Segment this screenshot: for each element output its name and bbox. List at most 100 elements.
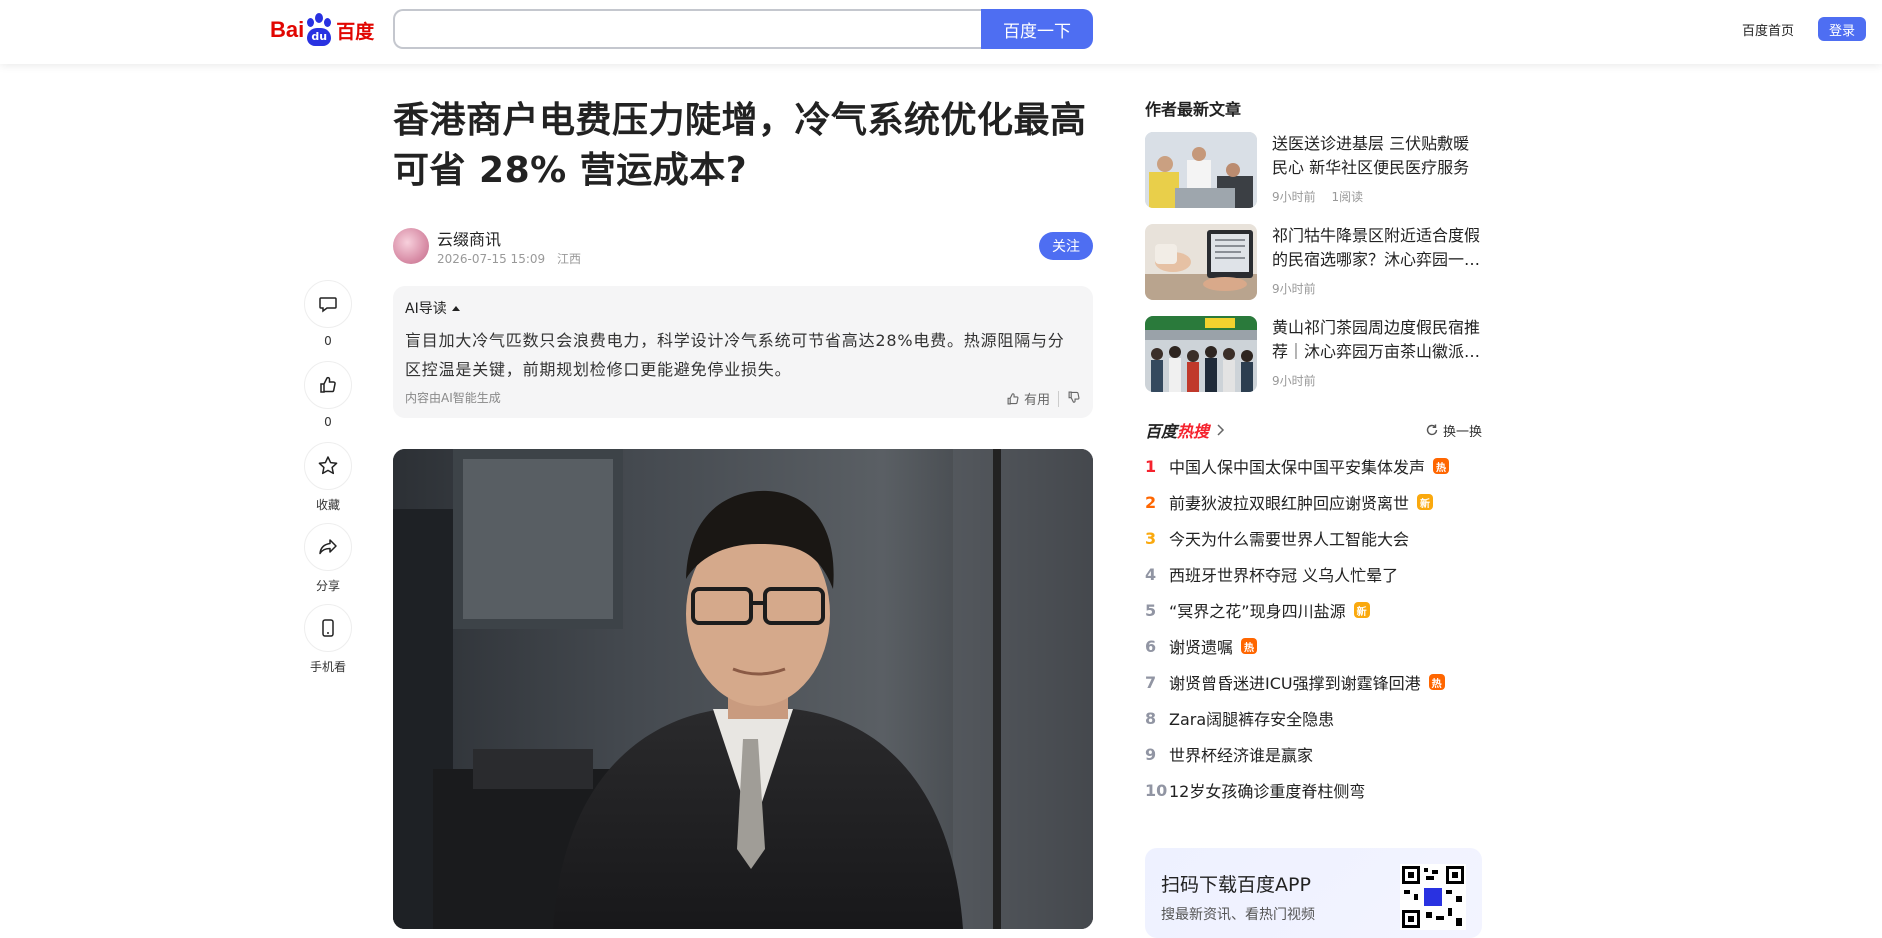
hot-rank: 7 bbox=[1145, 672, 1157, 692]
ai-summary-text: 盲目加大冷气匹数只会浪费电力，科学设计冷气系统可节省高达28%电费。热源阻隔与分… bbox=[405, 331, 1065, 379]
action-rail: 0 0 收藏 分享 手机看 bbox=[301, 280, 355, 685]
article-time: 9小时前 bbox=[1272, 374, 1316, 388]
hot-brand-a: 百度 bbox=[1145, 422, 1178, 441]
comment-count: 0 bbox=[324, 334, 332, 348]
hot-text[interactable]: 世界杯经济谁是赢家 bbox=[1169, 742, 1313, 766]
author-name[interactable]: 云缀商讯 bbox=[437, 226, 501, 250]
refresh-label: 换一换 bbox=[1442, 424, 1482, 440]
hot-text[interactable]: 中国人保中国太保中国平安集体发声 bbox=[1169, 454, 1425, 478]
search-bar: 百度一下 bbox=[393, 9, 1093, 49]
chevron-right-icon bbox=[1217, 424, 1225, 436]
divider bbox=[1058, 390, 1059, 407]
latest-article-item[interactable]: 祁门牯牛降景区附近适合度假的民宿选哪家？沐心弈园一站式 9小时前 bbox=[1145, 224, 1482, 304]
hot-badge: 热 bbox=[1428, 674, 1445, 690]
hot-search-list: 1 中国人保中国太保中国平安集体发声热 2 前妻狄波拉双眼红肿回应谢贤离世新 3 今天… bbox=[1145, 448, 1482, 808]
share-action[interactable]: 分享 bbox=[301, 523, 355, 593]
hot-search-item[interactable]: 6 谢贤遗嘱热 bbox=[1145, 628, 1482, 664]
caret-up-icon bbox=[451, 305, 460, 311]
new-badge: 新 bbox=[1417, 494, 1434, 510]
top-bar: Bai du 百度 百度一下 百度首页 登录 bbox=[0, 0, 1882, 64]
share-button[interactable] bbox=[304, 523, 352, 571]
like-action[interactable]: 0 bbox=[301, 361, 355, 431]
share-icon bbox=[319, 539, 337, 555]
article-thumbnail[interactable] bbox=[1145, 316, 1257, 392]
hot-rank: 5 bbox=[1145, 600, 1157, 620]
latest-articles-heading: 作者最新文章 bbox=[1145, 100, 1242, 119]
hot-text[interactable]: 谢贤曾昏迷进ICU强撑到谢霆锋回港 bbox=[1169, 670, 1421, 694]
hot-text[interactable]: 12岁女孩确诊重度脊柱侧弯 bbox=[1169, 778, 1365, 802]
publish-date: 2026-07-15 15:09 bbox=[437, 252, 546, 266]
article-thumbnail[interactable] bbox=[1145, 132, 1257, 208]
not-useful-button[interactable] bbox=[1067, 390, 1081, 408]
share-label: 分享 bbox=[315, 579, 340, 593]
hot-text[interactable]: Zara阔腿裤存安全隐患 bbox=[1169, 706, 1334, 730]
favorite-action[interactable]: 收藏 bbox=[301, 442, 355, 512]
qr-code bbox=[1400, 864, 1466, 930]
home-link[interactable]: 百度首页 bbox=[1742, 20, 1794, 39]
search-button[interactable]: 百度一下 bbox=[981, 9, 1093, 49]
hot-search-item[interactable]: 1 中国人保中国太保中国平安集体发声热 bbox=[1145, 448, 1482, 484]
hot-search-item[interactable]: 5 “冥界之花”现身四川盐源新 bbox=[1145, 592, 1482, 628]
ai-summary-heading: AI导读 bbox=[405, 301, 447, 317]
paw-icon: du bbox=[304, 12, 334, 48]
app-download-card[interactable]: 扫码下载百度APP 搜最新资讯、看热门视频 bbox=[1145, 848, 1482, 938]
refresh-button[interactable]: 换一换 bbox=[1425, 421, 1482, 440]
hot-search-header: 百度 热搜 换一换 bbox=[1145, 418, 1482, 442]
hot-search-item[interactable]: 4 西班牙世界杯夺冠 义乌人忙晕了 bbox=[1145, 556, 1482, 592]
article-title-link[interactable]: 黄山祁门茶园周边度假民宿推荐｜沐心弈园万亩茶山徽派民宿 bbox=[1272, 316, 1482, 364]
search-input[interactable] bbox=[393, 9, 981, 49]
mobile-action[interactable]: 手机看 bbox=[301, 604, 355, 674]
follow-button[interactable]: 关注 bbox=[1039, 232, 1093, 260]
hot-text[interactable]: “冥界之花”现身四川盐源 bbox=[1169, 598, 1346, 622]
article-meta: 2026-07-15 15:09 江西 bbox=[437, 250, 589, 267]
comment-button[interactable] bbox=[304, 280, 352, 328]
article-time: 9小时前 bbox=[1272, 190, 1316, 204]
author-avatar[interactable] bbox=[393, 228, 429, 264]
hot-search-item[interactable]: 2 前妻狄波拉双眼红肿回应谢贤离世新 bbox=[1145, 484, 1482, 520]
article-title: 香港商户电费压力陡增，冷气系统优化最高可省 28% 营运成本? bbox=[393, 100, 1087, 191]
hot-search-item[interactable]: 3 今天为什么需要世界人工智能大会 bbox=[1145, 520, 1482, 556]
app-download-title: 扫码下载百度APP bbox=[1161, 874, 1311, 896]
mobile-label: 手机看 bbox=[309, 660, 346, 674]
hot-search-item[interactable]: 9 世界杯经济谁是赢家 bbox=[1145, 736, 1482, 772]
article-thumbnail[interactable] bbox=[1145, 224, 1257, 300]
comment-action[interactable]: 0 bbox=[301, 280, 355, 350]
hot-search-item[interactable]: 8 Zara阔腿裤存安全隐患 bbox=[1145, 700, 1482, 736]
new-badge: 新 bbox=[1353, 602, 1370, 618]
useful-button[interactable]: 有用 bbox=[1006, 389, 1050, 408]
hot-text[interactable]: 前妻狄波拉双眼红肿回应谢贤离世 bbox=[1169, 490, 1409, 514]
logo-cn: 百度 bbox=[336, 20, 375, 43]
thumbs-down-icon bbox=[1068, 391, 1080, 403]
author-row: 云缀商讯 2026-07-15 15:09 江西 关注 bbox=[393, 226, 1093, 266]
article-title-link[interactable]: 送医送诊进基层 三伏贴敷暖民心 新华社区便民医疗服务 bbox=[1272, 132, 1482, 180]
refresh-icon bbox=[1426, 424, 1438, 436]
star-icon bbox=[318, 456, 338, 475]
article-info: 祁门牯牛降景区附近适合度假的民宿选哪家？沐心弈园一站式 9小时前 bbox=[1272, 224, 1482, 304]
ai-disclaimer: 内容由AI智能生成 bbox=[405, 391, 501, 405]
ai-summary-toggle[interactable]: AI导读 bbox=[405, 298, 1081, 318]
hot-badge: 热 bbox=[1433, 458, 1450, 474]
login-button[interactable]: 登录 bbox=[1818, 17, 1866, 41]
hot-badge: 热 bbox=[1241, 638, 1258, 654]
like-button[interactable] bbox=[304, 361, 352, 409]
hot-brand-b: 热搜 bbox=[1177, 422, 1210, 441]
hot-search-item[interactable]: 7 谢贤曾昏迷进ICU强撑到谢霆锋回港热 bbox=[1145, 664, 1482, 700]
hot-rank: 9 bbox=[1145, 744, 1157, 764]
hot-rank: 10 bbox=[1145, 780, 1168, 800]
mobile-button[interactable] bbox=[304, 604, 352, 652]
hot-search-item[interactable]: 10 12岁女孩确诊重度脊柱侧弯 bbox=[1145, 772, 1482, 808]
favorite-button[interactable] bbox=[304, 442, 352, 490]
hot-text[interactable]: 今天为什么需要世界人工智能大会 bbox=[1169, 526, 1409, 550]
hot-rank: 2 bbox=[1145, 492, 1157, 512]
hot-text[interactable]: 西班牙世界杯夺冠 义乌人忙晕了 bbox=[1169, 562, 1398, 586]
article-meta: 9小时前 1阅读 bbox=[1272, 188, 1482, 205]
latest-article-item[interactable]: 黄山祁门茶园周边度假民宿推荐｜沐心弈园万亩茶山徽派民宿 9小时前 bbox=[1145, 316, 1482, 396]
hot-text[interactable]: 谢贤遗嘱 bbox=[1169, 634, 1233, 658]
logo-bai: Bai bbox=[270, 17, 305, 42]
article-title-link[interactable]: 祁门牯牛降景区附近适合度假的民宿选哪家？沐心弈园一站式 bbox=[1272, 224, 1482, 272]
hot-search-title[interactable]: 百度 热搜 bbox=[1145, 418, 1227, 442]
baidu-logo[interactable]: Bai du 百度 bbox=[270, 8, 378, 52]
latest-article-item[interactable]: 送医送诊进基层 三伏贴敷暖民心 新华社区便民医疗服务 9小时前 1阅读 bbox=[1145, 132, 1482, 212]
publish-location: 江西 bbox=[556, 252, 581, 266]
like-count: 0 bbox=[324, 415, 332, 429]
